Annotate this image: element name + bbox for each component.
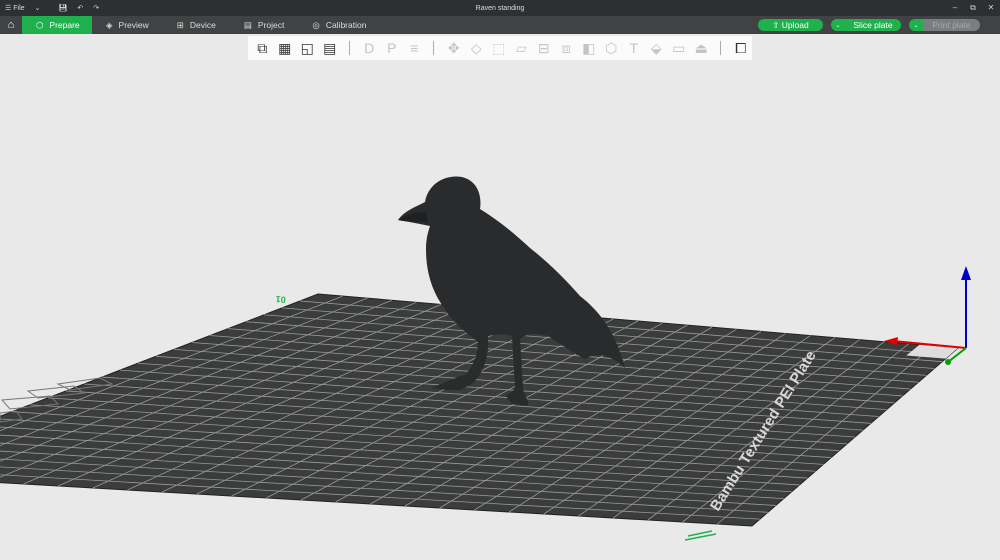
3d-viewport[interactable]: 01 Bambu Textured PEI Plate <box>0 34 1000 560</box>
upload-label: Upload <box>781 20 809 30</box>
print-dropdown[interactable]: ⌄ <box>909 19 923 31</box>
undo-icon[interactable]: ↶ <box>72 4 88 12</box>
upload-button[interactable]: ⇧ Upload <box>758 19 823 31</box>
front-marker <box>684 530 717 541</box>
tab-project[interactable]: ▤ Project <box>230 16 299 34</box>
project-icon: ▤ <box>243 19 252 30</box>
close-icon[interactable]: ✕ <box>982 0 1000 16</box>
menu-icon: ☰ <box>5 5 12 12</box>
cube-icon: ⬡ <box>36 19 44 30</box>
upload-icon: ⇧ <box>772 19 782 30</box>
slice-dropdown[interactable]: ⌄ <box>831 19 845 31</box>
redo-icon[interactable]: ↷ <box>88 4 104 12</box>
restore-icon[interactable]: ⧉ <box>964 0 982 16</box>
calibration-icon: ◎ <box>312 19 320 30</box>
tab-label: Calibration <box>325 20 367 30</box>
file-menu[interactable]: ☰ File <box>0 4 30 13</box>
plate-number: 01 <box>275 294 286 305</box>
layers-icon: ◈ <box>106 19 113 30</box>
tab-preview[interactable]: ◈ Preview <box>92 16 163 34</box>
file-menu-label: File <box>13 4 25 12</box>
window-title: Raven standing <box>475 4 525 12</box>
device-icon: ⊞ <box>176 19 184 30</box>
tab-label: Preview <box>118 20 149 30</box>
tab-calibration[interactable]: ◎ Calibration <box>298 16 380 34</box>
minimize-icon[interactable]: – <box>946 0 964 16</box>
save-icon[interactable]: 💾︎ <box>53 4 72 12</box>
title-bar: ☰ File ⌄ 💾︎ ↶ ↷ Raven standing – ⧉ ✕ <box>0 0 1000 16</box>
print-plate-button[interactable]: Print plate <box>923 19 980 31</box>
tab-device[interactable]: ⊞ Device <box>163 16 230 34</box>
slice-plate-button[interactable]: Slice plate <box>845 19 901 31</box>
tab-label: Project <box>257 20 285 30</box>
tab-prepare[interactable]: ⬡ Prepare <box>22 16 92 34</box>
tab-label: Prepare <box>49 20 80 30</box>
home-icon[interactable]: ⌂ <box>0 16 22 34</box>
y-axis-end <box>945 359 951 365</box>
chevron-down-icon[interactable]: ⌄ <box>30 4 46 12</box>
z-axis-arrow-icon <box>961 266 971 280</box>
tab-label: Device <box>189 20 216 30</box>
